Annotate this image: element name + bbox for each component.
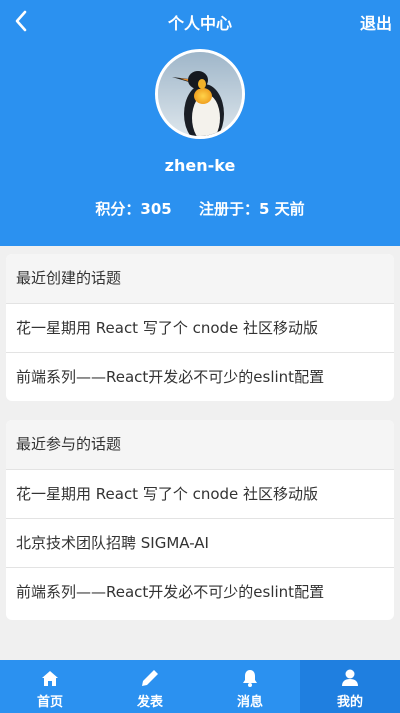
home-icon xyxy=(40,668,60,688)
score-text: 积分：305 xyxy=(95,200,172,218)
tab-post[interactable]: 发表 xyxy=(100,660,200,713)
pencil-icon xyxy=(140,668,160,688)
tab-label: 消息 xyxy=(236,695,263,710)
tab-label: 发表 xyxy=(136,695,163,710)
topic-item[interactable]: 花一星期用 React 写了个 cnode 社区移动版 xyxy=(6,469,394,518)
avatar[interactable] xyxy=(155,49,245,139)
logout-button[interactable]: 退出 xyxy=(360,10,392,34)
topic-item[interactable]: 花一星期用 React 写了个 cnode 社区移动版 xyxy=(6,303,394,352)
tab-mine[interactable]: 我的 xyxy=(300,660,400,713)
recent-created-card: 最近创建的话题 花一星期用 React 写了个 cnode 社区移动版 前端系列… xyxy=(6,254,394,401)
topic-item[interactable]: 前端系列——React开发必不可少的eslint配置 xyxy=(6,352,394,401)
section-title: 最近参与的话题 xyxy=(6,420,394,469)
profile-header: 个人中心 退出 zhen-ke 积分：305 注册于：5 天前 xyxy=(0,0,400,246)
section-title: 最近创建的话题 xyxy=(6,254,394,303)
topic-item[interactable]: 北京技术团队招聘 SIGMA-AI xyxy=(6,518,394,567)
topic-item[interactable]: 前端系列——React开发必不可少的eslint配置 xyxy=(6,567,394,616)
top-bar: 个人中心 退出 xyxy=(0,0,400,42)
registered-text: 注册于：5 天前 xyxy=(198,200,305,218)
tab-messages[interactable]: 消息 xyxy=(200,660,300,713)
user-stats: 积分：305 注册于：5 天前 xyxy=(0,198,400,219)
tab-label: 首页 xyxy=(36,695,63,710)
page-title: 个人中心 xyxy=(167,14,232,33)
user-icon xyxy=(340,668,360,688)
tab-home[interactable]: 首页 xyxy=(0,660,100,713)
bell-icon xyxy=(240,668,260,688)
username: zhen-ke xyxy=(164,156,236,175)
bottom-tab-bar: 首页 发表 消息 我的 xyxy=(0,660,400,713)
penguin-avatar-image xyxy=(158,52,242,136)
recent-joined-card: 最近参与的话题 花一星期用 React 写了个 cnode 社区移动版 北京技术… xyxy=(6,420,394,620)
tab-label: 我的 xyxy=(336,695,363,710)
